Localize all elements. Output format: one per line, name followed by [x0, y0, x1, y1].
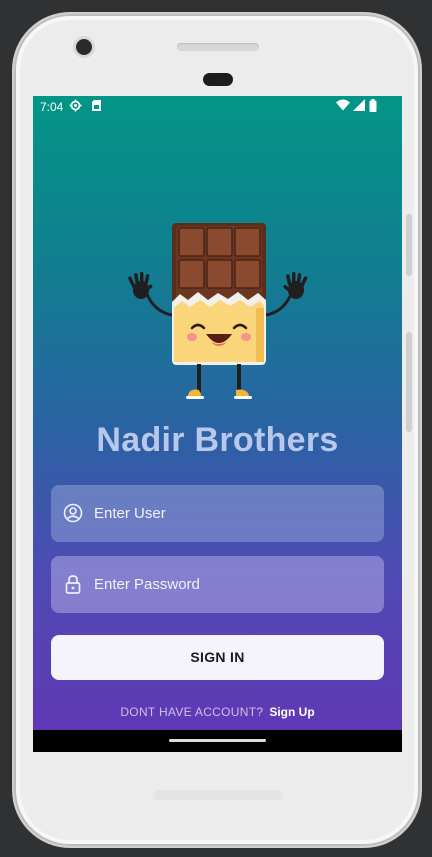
navigation-bar	[33, 730, 402, 752]
status-bar: 7:04	[33, 96, 402, 118]
no-account-text: DONT HAVE ACCOUNT?	[120, 705, 264, 719]
user-icon	[63, 503, 83, 523]
sim-card-icon	[91, 99, 102, 115]
wifi-icon	[336, 99, 350, 114]
power-button	[406, 214, 412, 276]
lock-icon	[63, 574, 83, 594]
battery-icon	[369, 99, 377, 115]
volume-button	[406, 332, 412, 432]
chocolate-mascot-illustration	[126, 220, 310, 405]
earpiece	[203, 73, 233, 86]
cell-signal-icon	[353, 99, 365, 114]
password-field[interactable]: Enter Password	[51, 556, 384, 613]
screen: 7:04 Nadir Brothers Enter User Enter Pas…	[33, 96, 402, 752]
sign-up-link[interactable]: Sign Up	[269, 705, 314, 719]
brand-title: Nadir Brothers	[96, 421, 339, 459]
username-placeholder: Enter User	[94, 505, 166, 522]
password-placeholder: Enter Password	[94, 576, 200, 593]
status-time: 7:04	[40, 100, 64, 114]
sign-in-button[interactable]: SIGN IN	[51, 635, 384, 680]
username-field[interactable]: Enter User	[51, 485, 384, 542]
front-camera	[76, 39, 92, 55]
top-speaker	[177, 43, 259, 51]
home-gesture-bar[interactable]	[169, 739, 266, 742]
login-screen: 7:04 Nadir Brothers Enter User Enter Pas…	[33, 96, 402, 730]
settings-sync-icon	[69, 99, 82, 115]
bottom-speaker	[153, 790, 283, 800]
signup-prompt: DONT HAVE ACCOUNT? Sign Up	[33, 705, 402, 719]
